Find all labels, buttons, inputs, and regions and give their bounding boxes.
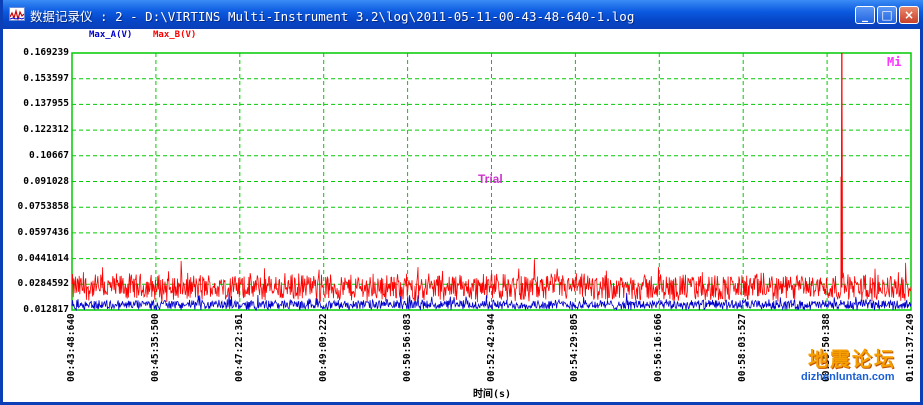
x-axis-title: 时间(s) (473, 389, 512, 400)
y-tick-label: 0.10667 (28, 149, 69, 161)
y-tick-label: 0.012817 (23, 304, 69, 315)
window-title: 数据记录仪 : 2 - D:\VIRTINS Multi-Instrument … (30, 9, 635, 24)
x-tick-label: 00:45:35:500 (149, 313, 161, 382)
x-tick-label: 00:47:22:361 (233, 313, 245, 382)
x-tick-label: 01:01:37:249 (905, 313, 916, 382)
site-url: dizhenluntan.com (801, 371, 895, 383)
y-tick-label: 0.0597436 (17, 226, 69, 238)
title-bar[interactable]: 数据记录仪 : 2 - D:\VIRTINS Multi-Instrument … (3, 0, 923, 29)
data-logger-window: 数据记录仪 : 2 - D:\VIRTINS Multi-Instrument … (0, 0, 923, 405)
legend-series-a[interactable]: Max_A(V) (89, 30, 132, 40)
x-tick-label: 00:56:16:666 (653, 313, 665, 382)
y-tick-label: 0.091028 (23, 175, 69, 187)
x-tick-label: 00:43:48:640 (66, 313, 77, 382)
mi-badge[interactable]: Mi (887, 55, 901, 69)
y-tick-label: 0.153597 (23, 72, 69, 84)
y-tick-label: 0.169239 (23, 47, 69, 58)
site-logo: 地震论坛 (808, 347, 896, 371)
close-button[interactable]: × (899, 6, 919, 24)
x-tick-label: 00:50:56:083 (401, 313, 413, 382)
y-tick-label: 0.0753858 (17, 201, 69, 213)
y-tick-label: 0.122312 (23, 124, 69, 136)
y-tick-label: 0.0284592 (17, 278, 69, 290)
x-tick-label: 00:58:03:527 (737, 313, 749, 382)
y-tick-label: 0.137955 (23, 98, 69, 110)
waveform-icon (9, 7, 25, 22)
x-tick-label: 00:49:09:222 (317, 313, 329, 382)
x-tick-label: 00:54:29:805 (569, 313, 581, 382)
legend-series-b[interactable]: Max_B(V) (153, 30, 196, 40)
y-tick-label: 0.0441014 (17, 252, 69, 264)
minimize-button[interactable]: _ (855, 6, 875, 24)
x-tick-label: 00:52:42:944 (485, 313, 497, 382)
maximize-button[interactable]: □ (877, 6, 897, 24)
